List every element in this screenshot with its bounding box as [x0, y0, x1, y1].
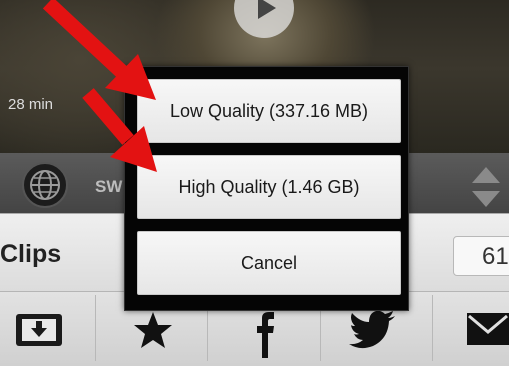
red-arrow-icon: [42, 0, 157, 172]
